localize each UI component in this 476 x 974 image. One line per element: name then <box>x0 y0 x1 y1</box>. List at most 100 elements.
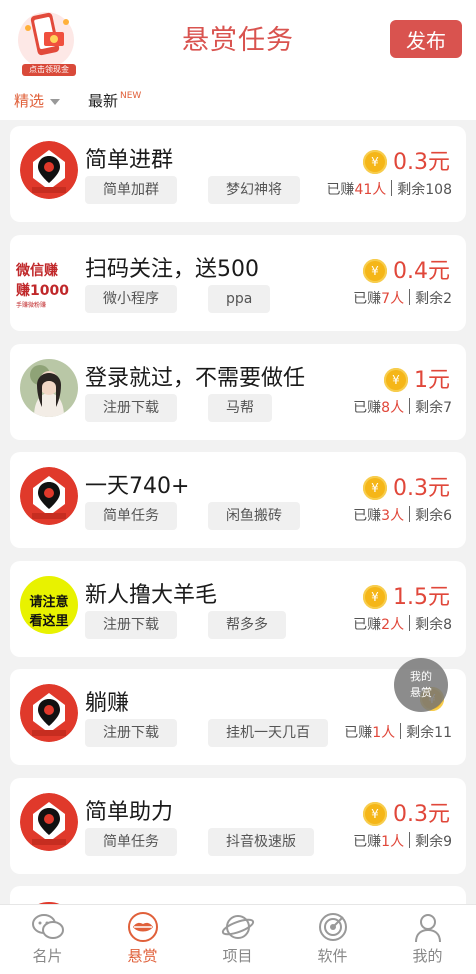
task-tag: 注册下载 <box>85 719 177 747</box>
task-card[interactable]: 一天740+ 简单任务 闲鱼搬砖 ¥0.3元 已赚3人 剩余6 <box>10 452 466 548</box>
task-stats: 已赚2人 剩余8 <box>353 614 452 634</box>
nav-item-0[interactable]: 名片 <box>0 905 95 974</box>
reward-amount: 0.3元 <box>393 476 450 501</box>
task-card[interactable]: 请注意 看这里 新人撸大羊毛 注册下载 帮多多 ¥1.5元已赚2人 剩余8 <box>10 561 466 657</box>
nav-item-2[interactable]: 项目 <box>190 905 285 974</box>
stats-divider <box>409 506 411 522</box>
earned-count: 8人 <box>381 400 405 416</box>
planet-icon <box>221 911 255 943</box>
remaining-count: 剩余6 <box>415 508 452 524</box>
task-title: 扫码关注，送500 <box>85 257 259 282</box>
nav-item-1[interactable]: 悬赏 <box>95 905 190 974</box>
task-tag: 简单加群 <box>85 176 177 204</box>
coin-icon: ¥ <box>363 150 387 174</box>
earned-prefix: 已赚 <box>353 400 382 416</box>
lips-icon <box>126 911 160 943</box>
task-avatar: 微信赚 赚1000 手赚微粉赚 <box>16 250 80 308</box>
task-reward: ¥0.3元 <box>363 796 450 828</box>
notice-line-2: 看这里 <box>29 614 69 629</box>
header: 点击领现金 悬赏任务 发布 精选 最新 NEW <box>0 0 476 120</box>
bottom-nav: 名片 悬赏 项目 软件 我的 <box>0 904 476 974</box>
coin-icon: ¥ <box>384 368 408 392</box>
filter-featured-tab[interactable]: 精选 <box>14 90 61 111</box>
earned-count: 7人 <box>381 291 405 307</box>
person-icon <box>411 911 445 943</box>
earned-prefix: 已赚 <box>353 508 382 524</box>
nav-item-3[interactable]: 软件 <box>285 905 380 974</box>
stats-divider <box>400 723 402 739</box>
task-avatar <box>20 467 78 525</box>
earned-count: 3人 <box>381 508 405 524</box>
reward-amount: 1.5元 <box>393 585 450 610</box>
task-avatar: 请注意 看这里 <box>20 576 78 634</box>
task-title: 简单进群 <box>85 148 174 173</box>
task-avatar <box>20 359 78 417</box>
task-tag: 抖音极速版 <box>208 828 314 856</box>
task-stats: 已赚3人 剩余6 <box>353 505 452 525</box>
earned-prefix: 已赚 <box>353 834 382 850</box>
chevron-down-icon <box>50 98 61 105</box>
reward-amount: 0.3元 <box>393 150 450 175</box>
task-stats: 已赚1人 剩余11 <box>344 722 452 742</box>
task-stats: 已赚1人 剩余9 <box>353 831 452 851</box>
reward-amount: 0.3元 <box>393 802 450 827</box>
promo-avatar-line-2: 赚1000 <box>16 283 69 299</box>
nav-label: 项目 <box>222 947 253 965</box>
task-avatar <box>20 141 78 199</box>
task-title: 一天740+ <box>85 474 190 499</box>
coin-icon: ¥ <box>363 802 387 826</box>
promo-avatar-line-1: 微信赚 <box>16 263 58 279</box>
promo-caption: 点击领现金 <box>22 64 76 76</box>
task-card[interactable]: 微信赚 赚1000 手赚微粉赚 扫码关注，送500 微小程序 ppa ¥0.4元 已赚7人 剩余… <box>10 235 466 331</box>
stats-divider <box>409 832 411 848</box>
task-stats: 已赚41人 剩余108 <box>326 179 452 199</box>
earned-count: 1人 <box>372 725 396 741</box>
task-reward: ¥0.3元 <box>363 144 450 176</box>
chat-bubble-icon <box>31 911 65 943</box>
coin-icon: ¥ <box>363 259 387 283</box>
task-card[interactable]: 简单进群简单加群 梦幻神将 ¥0.3元已赚41人 剩余108 <box>10 126 466 222</box>
earned-count: 41人 <box>354 182 387 198</box>
remaining-count: 剩余11 <box>406 725 452 741</box>
task-tag: 注册下载 <box>85 394 177 422</box>
task-tag: 梦幻神将 <box>208 176 300 204</box>
earned-prefix: 已赚 <box>353 617 382 633</box>
new-badge: NEW <box>120 91 142 101</box>
task-tag: 简单任务 <box>85 828 177 856</box>
nav-label: 软件 <box>317 947 348 965</box>
task-tag: 马帮 <box>208 394 272 422</box>
task-title: 简单助力 <box>85 800 174 825</box>
task-tag: 注册下载 <box>85 611 177 639</box>
task-card[interactable]: 简单助力简单任务 抖音极速版 ¥0.3元已赚1人 剩余9 <box>10 778 466 874</box>
task-stats: 已赚7人 剩余2 <box>353 288 452 308</box>
coin-icon: ¥ <box>363 585 387 609</box>
filter-latest-tab[interactable]: 最新 <box>88 90 118 111</box>
publish-button[interactable]: 发布 <box>390 20 462 58</box>
task-title: 躺赚 <box>85 691 130 716</box>
remaining-count: 剩余7 <box>415 400 452 416</box>
earned-count: 1人 <box>381 834 405 850</box>
task-tag: ppa <box>208 285 271 313</box>
task-avatar <box>20 793 78 851</box>
task-tag: 闲鱼搬砖 <box>208 502 300 530</box>
filter-featured-label: 精选 <box>14 92 45 110</box>
task-title: 登录就过，不需要做任 <box>85 366 306 391</box>
earned-prefix: 已赚 <box>344 725 373 741</box>
nav-label: 名片 <box>32 947 63 965</box>
nav-label: 我的 <box>412 947 443 965</box>
task-reward: ¥0.4元 <box>363 253 450 285</box>
stats-divider <box>409 398 411 414</box>
float-line-1: 我的 <box>410 670 432 683</box>
task-avatar <box>20 684 78 742</box>
earned-count: 2人 <box>381 617 405 633</box>
my-bounty-floating-button[interactable]: 我的 悬赏 <box>394 658 448 712</box>
remaining-count: 剩余2 <box>415 291 452 307</box>
task-title: 新人撸大羊毛 <box>85 583 218 608</box>
earned-prefix: 已赚 <box>326 182 355 198</box>
nav-item-4[interactable]: 我的 <box>380 905 475 974</box>
task-card[interactable]: 登录就过，不需要做任 注册下载 马帮 ¥1元 已赚8人 剩余7 <box>10 344 466 440</box>
task-tag: 帮多多 <box>208 611 286 639</box>
coin-icon: ¥ <box>363 476 387 500</box>
reward-amount: 0.4元 <box>393 259 450 284</box>
stats-divider <box>391 180 393 196</box>
